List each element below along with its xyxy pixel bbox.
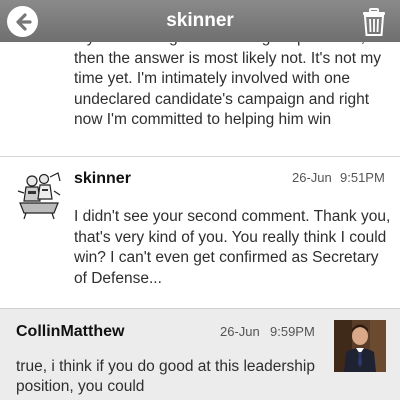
message-text: If you're asking if I'm running for pres… xyxy=(74,29,382,128)
page-title: skinner xyxy=(166,10,234,31)
message-time: 9:59PM xyxy=(270,324,315,339)
trash-icon[interactable] xyxy=(362,8,386,36)
message-username: CollinMatthew xyxy=(16,323,125,340)
back-arrow-circle-icon[interactable] xyxy=(7,6,38,37)
message-username: skinner xyxy=(74,170,131,187)
message-list[interactable]: If you're asking if I'm running for pres… xyxy=(0,0,400,400)
message-text: true, i think if you do good at this lea… xyxy=(16,358,315,395)
message-text: I didn't see your second comment. Thank … xyxy=(74,208,391,287)
message-date: 26-Jun xyxy=(220,324,260,339)
message-item[interactable]: skinner 26-Jun 9:51PM I didn't see your … xyxy=(0,157,400,309)
app-header: skinner xyxy=(0,0,400,42)
message-time: 9:51PM xyxy=(340,170,385,185)
message-item[interactable]: CollinMatthew 26-Jun 9:59PM true, i thin… xyxy=(0,309,400,400)
cartoon-avatar-icon[interactable] xyxy=(14,169,64,221)
user-photo-icon[interactable] xyxy=(334,320,386,372)
message-date: 26-Jun xyxy=(292,170,332,185)
